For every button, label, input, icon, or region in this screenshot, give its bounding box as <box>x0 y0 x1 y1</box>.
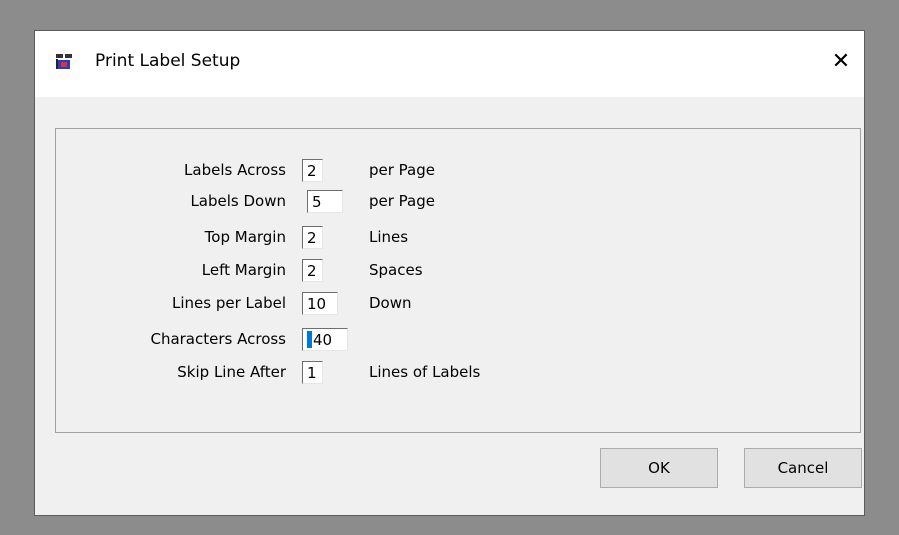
characters-across-label: Characters Across <box>150 330 286 348</box>
cancel-button[interactable]: Cancel <box>744 448 862 488</box>
row-skip-line-after: Skip Line After 1 Lines of Labels <box>56 361 860 385</box>
lines-per-label-field[interactable]: 10 <box>302 292 338 315</box>
row-labels-down: Labels Down 5 per Page <box>56 190 860 214</box>
row-lines-per-label: Lines per Label 10 Down <box>56 292 860 316</box>
left-margin-field[interactable]: 2 <box>302 259 323 282</box>
row-left-margin: Left Margin 2 Spaces <box>56 259 860 283</box>
skip-line-after-label: Skip Line After <box>177 363 286 381</box>
labels-down-label: Labels Down <box>190 192 286 210</box>
row-top-margin: Top Margin 2 Lines <box>56 226 860 250</box>
labels-across-unit: per Page <box>369 161 435 179</box>
top-margin-unit: Lines <box>369 228 409 246</box>
row-labels-across: Labels Across 2 per Page <box>56 159 860 183</box>
labels-across-label: Labels Across <box>184 161 286 179</box>
labels-down-unit: per Page <box>369 192 435 210</box>
characters-across-value: 40 <box>313 331 333 349</box>
print-label-setup-dialog: Print Label Setup ✕ Labels Across 2 per … <box>34 30 865 516</box>
app-icon <box>56 54 72 70</box>
labels-down-field[interactable]: 5 <box>307 190 343 213</box>
settings-group: Labels Across 2 per Page Labels Down 5 p… <box>55 128 861 433</box>
labels-across-field[interactable]: 2 <box>302 159 323 182</box>
top-margin-field[interactable]: 2 <box>302 226 323 249</box>
left-margin-unit: Spaces <box>369 261 423 279</box>
top-margin-label: Top Margin <box>204 228 286 246</box>
skip-line-after-unit: Lines of Labels <box>369 363 481 381</box>
window-title: Print Label Setup <box>95 51 241 71</box>
text-caret <box>307 331 312 348</box>
lines-per-label-unit: Down <box>369 294 412 312</box>
left-margin-label: Left Margin <box>201 261 286 279</box>
characters-across-field[interactable]: 40 <box>302 328 348 351</box>
lines-per-label-label: Lines per Label <box>172 294 286 312</box>
title-bar[interactable]: Print Label Setup ✕ <box>35 31 864 97</box>
close-button[interactable]: ✕ <box>818 31 864 91</box>
row-characters-across: Characters Across 40 <box>56 328 860 352</box>
skip-line-after-field[interactable]: 1 <box>302 361 323 384</box>
close-icon: ✕ <box>831 48 851 74</box>
ok-button[interactable]: OK <box>600 448 718 488</box>
